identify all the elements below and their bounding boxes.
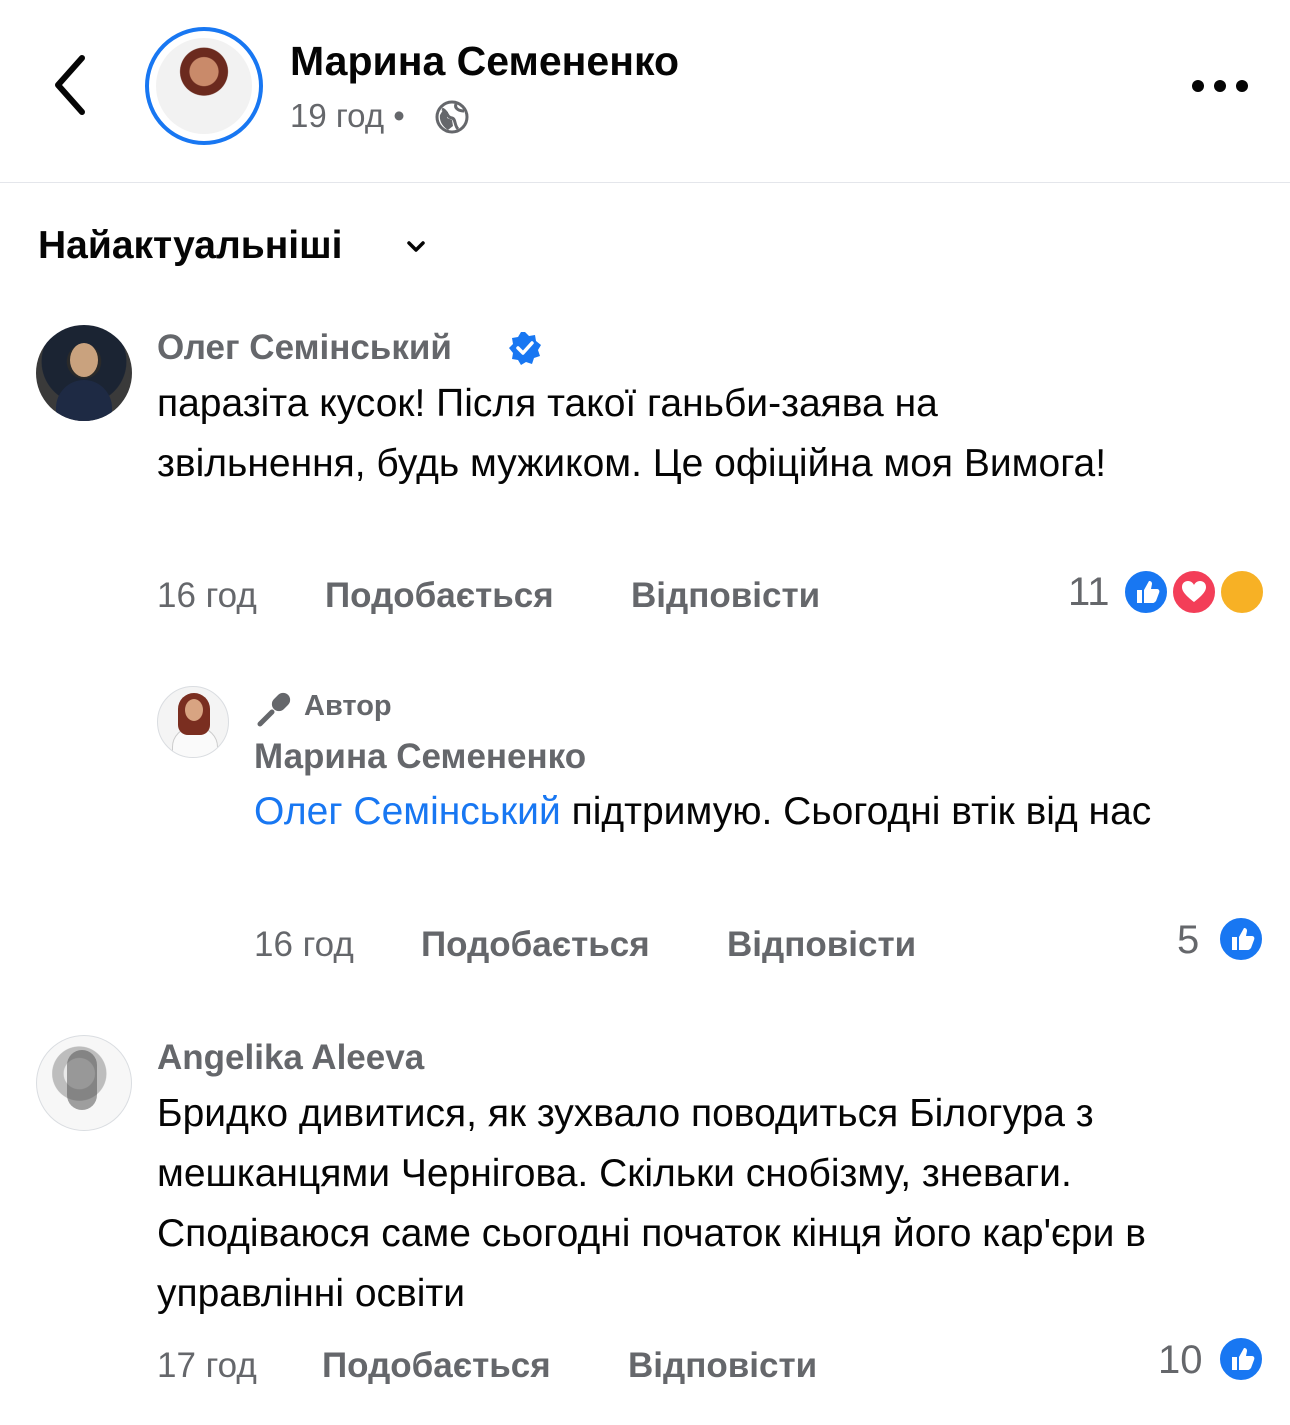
thumbs-up-icon	[1137, 581, 1160, 603]
reaction-count[interactable]: 10	[1158, 1338, 1203, 1383]
verified-badge-icon	[509, 332, 541, 365]
avatar-photo	[70, 343, 98, 377]
post-header: Марина Семененко 19 год •	[0, 0, 1290, 183]
thumbs-up-icon	[1232, 1348, 1255, 1370]
comment-time: 16 год	[157, 576, 257, 615]
post-meta: 19 год •	[290, 97, 405, 135]
avatar-photo	[56, 380, 112, 421]
comment-author[interactable]: Angelika Aleeva	[157, 1038, 424, 1078]
avatar-photo	[185, 699, 203, 721]
commenter-avatar[interactable]	[157, 686, 229, 758]
comment-time: 17 год	[157, 1346, 257, 1385]
comment-text: паразіта кусок! Після такої ганьби-заява…	[157, 382, 1107, 485]
chevron-down-icon[interactable]	[405, 238, 427, 256]
reaction-count[interactable]: 11	[1068, 570, 1110, 615]
avatar-photo	[67, 1050, 97, 1110]
comment-text: Бридко дивитися, як зухвало поводиться Б…	[157, 1092, 1146, 1315]
author-badge: Автор	[304, 690, 392, 722]
page-title[interactable]: Марина Семененко	[290, 38, 679, 85]
commenter-avatar[interactable]	[36, 325, 132, 421]
like-reaction-icon[interactable]	[1217, 1335, 1265, 1383]
mention-link[interactable]: Олег Семінський	[254, 790, 561, 833]
page-avatar[interactable]	[145, 27, 263, 145]
reply-button[interactable]: Відповісти	[727, 925, 916, 965]
comment-text: Олег Семінський підтримую. Сьогодні втік…	[254, 782, 1264, 842]
love-reaction-icon[interactable]	[1170, 568, 1218, 616]
reaction-count[interactable]: 5	[1177, 918, 1199, 963]
care-reaction-icon[interactable]	[1218, 568, 1266, 616]
globe-icon	[435, 100, 469, 134]
comment-author[interactable]: Олег Семінський	[157, 328, 452, 368]
post-time: 19 год	[290, 97, 385, 134]
like-button[interactable]: Подобається	[421, 925, 650, 965]
more-options-icon[interactable]	[1190, 78, 1250, 94]
sort-selector[interactable]: Найактуальніші	[38, 224, 342, 268]
comment-body: підтримую. Сьогодні втік від нас	[560, 790, 1152, 833]
avatar-photo	[156, 38, 252, 134]
comment-time: 16 год	[254, 925, 354, 964]
reply-button[interactable]: Відповісти	[631, 576, 820, 616]
comment-author[interactable]: Марина Семененко	[254, 737, 586, 777]
back-chevron-icon[interactable]	[46, 50, 96, 120]
like-reaction-icon[interactable]	[1217, 915, 1265, 963]
meta-separator: •	[393, 97, 405, 134]
like-button[interactable]: Подобається	[325, 576, 554, 616]
thumbs-up-icon	[1232, 928, 1255, 950]
commenter-avatar[interactable]	[36, 1035, 132, 1131]
like-reaction-icon[interactable]	[1122, 568, 1170, 616]
heart-icon	[1182, 581, 1206, 602]
reply-button[interactable]: Відповісти	[628, 1346, 817, 1386]
microphone-icon	[257, 692, 291, 727]
like-button[interactable]: Подобається	[322, 1346, 551, 1386]
